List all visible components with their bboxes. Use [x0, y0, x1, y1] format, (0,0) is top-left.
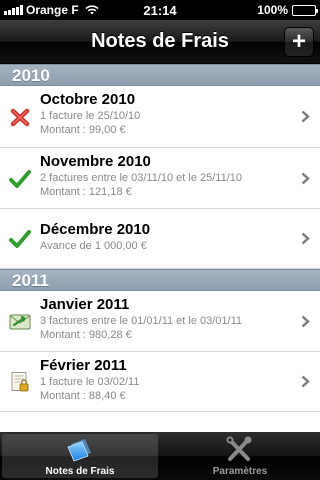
row-amount: Montant : 88,40 €	[40, 390, 126, 402]
chevron-right-icon	[301, 232, 310, 245]
chevron-right-icon	[301, 110, 310, 123]
tab-label: Notes de Frais	[45, 466, 115, 477]
chevron-right-icon	[301, 315, 310, 328]
row-title: Janvier 2011	[40, 296, 130, 313]
tab-notes-de-frais[interactable]: Notes de Frais	[0, 432, 160, 480]
section-header-2010: 2010	[0, 64, 320, 86]
row-detail: 1 facture le 03/02/11	[40, 376, 140, 388]
row-detail: 1 facture le 25/10/10	[40, 110, 141, 122]
section-header-2011: 2011	[0, 269, 320, 291]
signal-strength-icon	[4, 5, 23, 15]
battery-percent: 100%	[257, 3, 288, 17]
tools-icon	[226, 436, 252, 461]
row-title: Février 2011	[40, 357, 127, 374]
tab-parametres[interactable]: Paramètres	[160, 432, 320, 480]
chevron-right-icon	[301, 375, 310, 388]
row-title: Décembre 2010	[40, 221, 151, 238]
document-lock-icon	[11, 372, 29, 392]
status-bar: Orange F 21:14 100%	[0, 0, 320, 20]
page-title: Notes de Frais	[91, 30, 229, 52]
red-cross-icon	[10, 108, 30, 127]
row-amount: Montant : 980,28 €	[40, 329, 132, 341]
status-time: 21:14	[143, 2, 177, 18]
row-title: Octobre 2010	[40, 91, 136, 108]
tab-label: Paramètres	[212, 466, 268, 477]
list-item[interactable]: Octobre 2010 1 facture le 25/10/10 Monta…	[0, 86, 320, 148]
navigation-bar: Notes de Frais +	[0, 20, 320, 64]
green-check-icon	[9, 170, 31, 188]
notes-icon	[67, 439, 91, 462]
list-item[interactable]: Février 2011 1 facture le 03/02/11 Monta…	[0, 352, 320, 412]
chevron-right-icon	[301, 172, 310, 185]
row-detail: 2 factures entre le 03/11/10 et le 25/11…	[40, 172, 243, 184]
green-check-icon	[9, 230, 31, 248]
row-amount: Montant : 121,18 €	[40, 186, 132, 198]
list-item[interactable]: Novembre 2010 2 factures entre le 03/11/…	[0, 148, 320, 209]
list-item[interactable]: Janvier 2011 3 factures entre le 01/01/1…	[0, 291, 320, 352]
wifi-icon	[85, 5, 99, 15]
battery-icon	[292, 4, 318, 16]
row-detail: Avance de 1 000,00 €	[40, 240, 147, 252]
send-mail-icon	[9, 314, 31, 330]
list-item[interactable]: Décembre 2010 Avance de 1 000,00 €	[0, 209, 320, 269]
expense-list: 2010 Octobre 2010 1 facture le 25/10/10 …	[0, 64, 320, 432]
row-amount: Montant : 99,00 €	[40, 124, 126, 136]
row-detail: 3 factures entre le 01/01/11 et le 03/01…	[40, 315, 243, 327]
add-button[interactable]: +	[284, 27, 314, 57]
tab-bar: Notes de Frais Paramètres	[0, 432, 320, 480]
carrier-name: Orange F	[26, 3, 79, 17]
row-title: Novembre 2010	[40, 153, 151, 170]
